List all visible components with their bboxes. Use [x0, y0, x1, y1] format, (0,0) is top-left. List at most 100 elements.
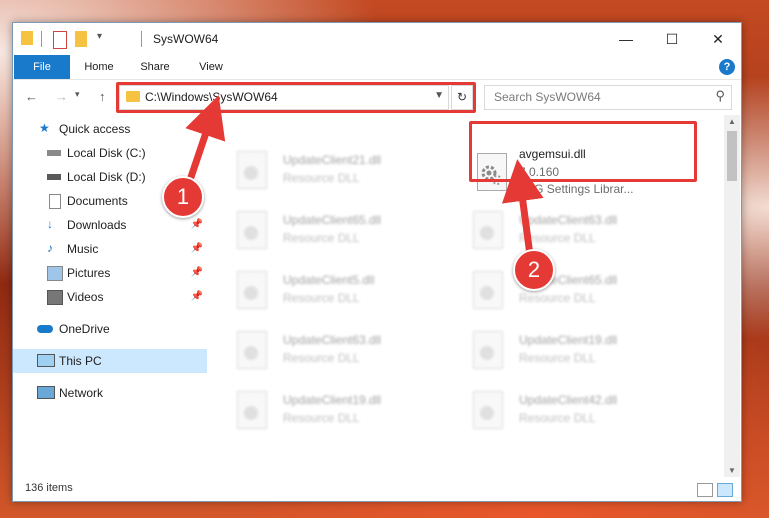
- status-bar: 136 items: [13, 478, 741, 500]
- sidebar-item-label: Local Disk (C:): [67, 146, 146, 160]
- sidebar-item-label: Network: [59, 386, 104, 400]
- file-type: Resource DLL: [519, 291, 596, 305]
- sidebar-item-label: Documents: [67, 194, 128, 208]
- dll-file-icon: [473, 211, 503, 249]
- scrollbar-thumb[interactable]: [727, 131, 737, 181]
- file-highlight-box: [469, 121, 697, 182]
- file-tile[interactable]: UpdateClient65.dll Resource DLL: [213, 205, 439, 255]
- file-tile[interactable]: UpdateClient63.dll Resource DLL: [449, 205, 675, 255]
- file-tile[interactable]: UpdateClient63.dll Resource DLL: [213, 325, 439, 375]
- dll-file-icon: [237, 151, 267, 189]
- back-icon[interactable]: ←: [25, 89, 38, 104]
- computer-icon: [37, 354, 55, 367]
- file-tile[interactable]: UpdateClient19.dll Resource DLL: [213, 385, 439, 435]
- file-name: UpdateClient63.dll: [519, 213, 618, 227]
- scroll-up-icon[interactable]: ▲: [728, 117, 736, 126]
- sidebar-item-quick-access[interactable]: ★ Quick access: [13, 117, 207, 141]
- drive-icon: [47, 174, 61, 180]
- window-title: SysWOW64: [153, 32, 219, 46]
- dll-file-icon: [237, 271, 267, 309]
- up-icon[interactable]: ↑: [99, 89, 106, 104]
- star-icon: ★: [39, 121, 50, 135]
- file-tile[interactable]: UpdateClient65.dll Resource DLL: [449, 265, 675, 315]
- close-button[interactable]: ✕: [695, 23, 741, 55]
- sidebar-item-label: This PC: [59, 354, 102, 368]
- file-type: Resource DLL: [283, 291, 360, 305]
- maximize-button[interactable]: ☐: [649, 23, 695, 55]
- documents-icon: [49, 194, 61, 209]
- sidebar-item-label: Music: [67, 242, 99, 256]
- cloud-icon: [37, 325, 53, 333]
- title-bar: ▾ SysWOW64 — ☐ ✕: [13, 23, 741, 55]
- file-name: UpdateClient63.dll: [283, 333, 382, 347]
- dll-file-icon: [237, 211, 267, 249]
- address-highlight-box: [116, 82, 476, 113]
- callout-2: 2: [513, 249, 555, 291]
- file-list: UpdateClient21.dll Resource DLL UpdateCl…: [211, 115, 723, 477]
- file-name: UpdateClient19.dll: [283, 393, 382, 407]
- search-input[interactable]: Search SysWOW64 ⚲: [484, 85, 732, 110]
- file-tile[interactable]: UpdateClient19.dll Resource DLL: [449, 325, 675, 375]
- file-tile[interactable]: UpdateClient42.dll Resource DLL: [449, 385, 675, 435]
- file-name: UpdateClient65.dll: [283, 213, 382, 227]
- minimize-button[interactable]: —: [603, 23, 649, 55]
- tab-home[interactable]: Home: [77, 55, 121, 79]
- callout-1: 1: [162, 176, 204, 218]
- sidebar-item-label: Downloads: [67, 218, 127, 232]
- file-type: Resource DLL: [283, 171, 360, 185]
- dll-file-icon: [473, 391, 503, 429]
- file-type: Resource DLL: [283, 351, 360, 365]
- sidebar-item-network[interactable]: Network: [13, 381, 207, 405]
- pin-icon[interactable]: 📌: [191, 285, 203, 309]
- file-type: Resource DLL: [519, 411, 596, 425]
- separator: [141, 31, 142, 47]
- new-folder-icon[interactable]: [75, 31, 87, 47]
- tab-file[interactable]: File: [14, 55, 70, 79]
- pin-icon[interactable]: 📌: [191, 261, 203, 285]
- sidebar-item-onedrive[interactable]: OneDrive: [13, 317, 207, 341]
- sidebar-item-music[interactable]: ♪ Music 📌: [13, 237, 207, 261]
- large-icons-view-icon[interactable]: [717, 483, 733, 497]
- file-name: UpdateClient5.dll: [283, 273, 375, 287]
- tab-view[interactable]: View: [189, 55, 233, 79]
- navigation-pane: ★ Quick access Local Disk (C:) Local Dis…: [13, 115, 209, 477]
- sidebar-item-label: Videos: [67, 290, 104, 304]
- file-type: Resource DLL: [283, 411, 360, 425]
- properties-icon[interactable]: [53, 31, 67, 49]
- sidebar-item-label: Pictures: [67, 266, 111, 280]
- forward-icon[interactable]: →: [55, 89, 68, 104]
- ribbon-tabs: File Home Share View ?: [13, 55, 741, 80]
- download-icon: ↓: [47, 217, 53, 231]
- dll-file-icon: [473, 331, 503, 369]
- search-icon[interactable]: ⚲: [715, 88, 725, 104]
- sidebar-item-pictures[interactable]: Pictures 📌: [13, 261, 207, 285]
- file-type: Resource DLL: [283, 231, 360, 245]
- folder-icon: [21, 31, 33, 45]
- help-icon[interactable]: ?: [719, 59, 735, 75]
- pin-icon[interactable]: 📌: [191, 213, 203, 237]
- recent-dropdown-icon[interactable]: ▾: [75, 89, 80, 100]
- network-icon: [37, 386, 55, 399]
- file-name: UpdateClient21.dll: [283, 153, 382, 167]
- dll-file-icon: [473, 271, 503, 309]
- item-count: 136 items: [25, 482, 73, 494]
- sidebar-item-videos[interactable]: Videos 📌: [13, 285, 207, 309]
- file-type: Resource DLL: [519, 231, 596, 245]
- pin-icon[interactable]: 📌: [191, 237, 203, 261]
- file-tile[interactable]: UpdateClient5.dll Resource DLL: [213, 265, 439, 315]
- dll-file-icon: [237, 391, 267, 429]
- vertical-scrollbar[interactable]: ▲ ▼: [724, 115, 740, 477]
- customize-icon[interactable]: ▾: [97, 31, 115, 47]
- sidebar-item-label: Quick access: [59, 122, 131, 136]
- file-tile[interactable]: UpdateClient21.dll Resource DLL: [213, 145, 439, 195]
- drive-icon: [47, 150, 61, 156]
- explorer-window: ▾ SysWOW64 — ☐ ✕ File Home Share View ? …: [12, 22, 742, 502]
- file-name: UpdateClient42.dll: [519, 393, 618, 407]
- sidebar-item-this-pc[interactable]: This PC: [13, 349, 207, 373]
- dll-file-icon: [237, 331, 267, 369]
- tab-share[interactable]: Share: [133, 55, 177, 79]
- details-view-icon[interactable]: [697, 483, 713, 497]
- sidebar-item-label: Local Disk (D:): [67, 170, 146, 184]
- scroll-down-icon[interactable]: ▼: [728, 466, 736, 475]
- sidebar-item-local-disk-c[interactable]: Local Disk (C:): [13, 141, 207, 165]
